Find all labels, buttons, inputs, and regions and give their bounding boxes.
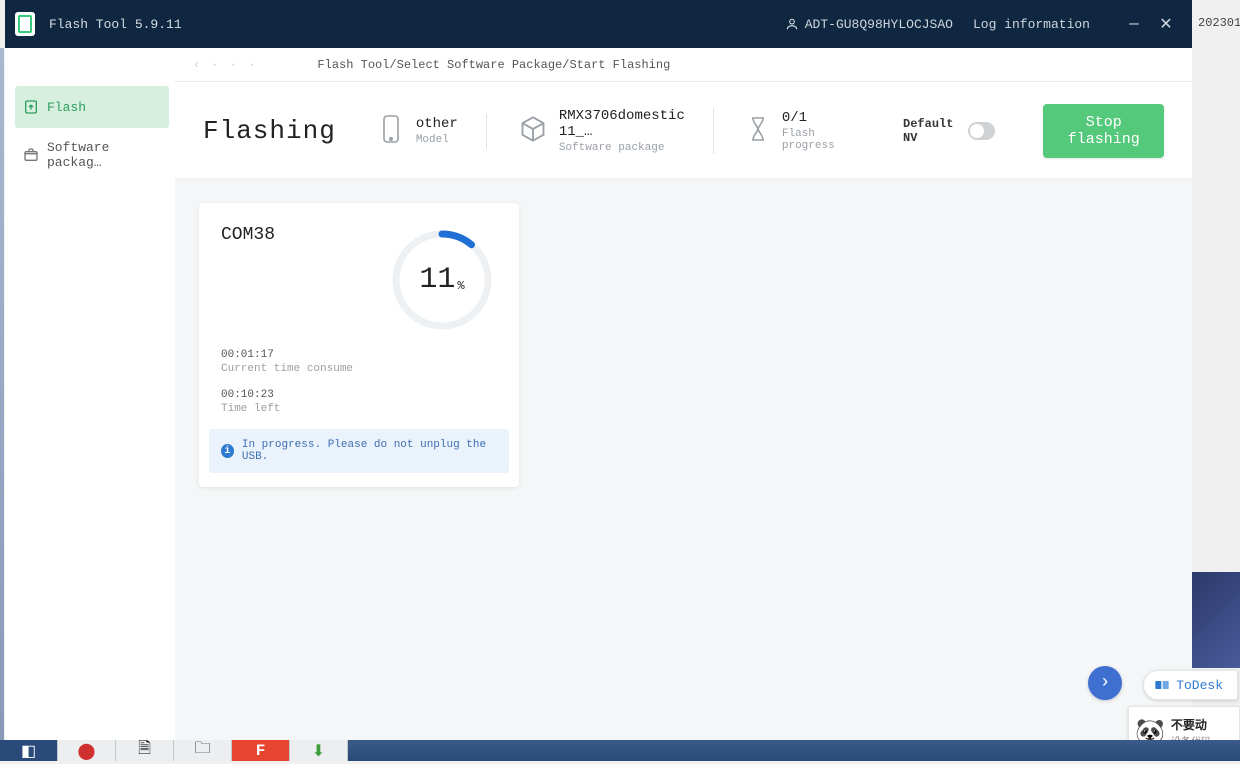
model-value: other <box>416 116 458 132</box>
expand-panel-button[interactable]: › <box>1088 666 1122 700</box>
taskbar-start-icon[interactable]: ◧ <box>0 740 58 761</box>
remaining-time: 00:10:23 <box>221 389 497 401</box>
taskbar-app-red-icon[interactable]: F <box>232 740 290 761</box>
default-nv-toggle-group: Default NV <box>903 117 995 145</box>
sidebar-item-flash[interactable]: Flash <box>15 86 169 128</box>
progress-label: Flash progress <box>782 128 843 152</box>
app-title: Flash Tool 5.9.11 <box>49 17 182 32</box>
user-icon <box>785 17 799 31</box>
app-window: Flash Tool 5.9.11 ADT-GU8Q98HYLOCJSAO Lo… <box>5 0 1192 740</box>
user-badge[interactable]: ADT-GU8Q98HYLOCJSAO <box>785 17 953 32</box>
taskbar-record-icon[interactable]: ⬤ <box>58 740 116 761</box>
progress-notice: i In progress. Please do not unplug the … <box>209 429 509 473</box>
user-id: ADT-GU8Q98HYLOCJSAO <box>805 17 953 32</box>
progress-ring: 11 % <box>387 225 497 335</box>
progress-percent: 11 <box>419 263 455 297</box>
app-logo-icon <box>15 12 35 36</box>
corner-date-text: 20230117 <box>1198 16 1240 30</box>
todesk-widget[interactable]: ToDesk <box>1143 670 1238 700</box>
time-info: 00:01:17 Current time consume 00:10:23 T… <box>199 349 519 415</box>
sidebar-software-label: Software packag… <box>47 140 161 170</box>
workspace: COM38 11 % <box>175 179 1192 740</box>
elapsed-label: Current time consume <box>221 363 497 375</box>
stop-flashing-button[interactable]: Stop flashing <box>1043 104 1164 158</box>
model-info: other Model <box>378 114 487 149</box>
todesk-label: ToDesk <box>1176 678 1223 693</box>
cube-icon <box>519 115 547 148</box>
progress-info: 0/1 Flash progress <box>746 110 871 152</box>
sidebar-flash-label: Flash <box>47 100 86 115</box>
info-icon: i <box>221 444 234 458</box>
todesk-icon <box>1154 677 1170 693</box>
page-title: Flashing <box>203 116 336 146</box>
com-port-name: COM38 <box>221 225 275 245</box>
model-label: Model <box>416 134 458 146</box>
nv-label: Default NV <box>903 117 960 145</box>
taskbar[interactable]: ◧ ⬤ 🗎 🗀 F ⬇ <box>0 740 1240 761</box>
header-strip: Flashing other Model RMX3706dome <box>175 82 1192 179</box>
minimize-button[interactable]: — <box>1118 15 1150 33</box>
desktop-left-edge <box>0 48 4 740</box>
taskbar-download-icon[interactable]: ⬇ <box>290 740 348 761</box>
taskbar-folder-icon[interactable]: 🗀 <box>174 740 232 761</box>
main-area: ‹ · · · Flash Tool/Select Software Packa… <box>175 48 1192 740</box>
progress-percent-unit: % <box>457 279 464 293</box>
package-icon <box>23 147 39 163</box>
package-value: RMX3706domestic 11_… <box>559 108 685 140</box>
breadcrumb-bar: ‹ · · · Flash Tool/Select Software Packa… <box>175 48 1192 82</box>
breadcrumb-path: Flash Tool/Select Software Package/Start… <box>317 58 670 72</box>
sidebar: Flash Software packag… <box>5 48 175 740</box>
close-button[interactable]: ✕ <box>1150 14 1182 34</box>
elapsed-time: 00:01:17 <box>221 349 497 361</box>
phone-icon <box>378 114 404 149</box>
sidebar-item-software-package[interactable]: Software packag… <box>15 134 169 176</box>
nv-toggle[interactable] <box>968 122 995 140</box>
notif-line1: 不要动 <box>1171 716 1211 733</box>
notice-text: In progress. Please do not unplug the US… <box>242 439 497 463</box>
breadcrumb-back-icon[interactable]: ‹ · · · <box>193 58 257 72</box>
package-label: Software package <box>559 142 685 154</box>
package-info: RMX3706domestic 11_… Software package <box>519 108 714 154</box>
titlebar: Flash Tool 5.9.11 ADT-GU8Q98HYLOCJSAO Lo… <box>5 0 1192 48</box>
com-port-card: COM38 11 % <box>199 203 519 487</box>
progress-value: 0/1 <box>782 110 843 126</box>
hourglass-icon <box>746 115 770 148</box>
upload-icon <box>23 99 39 115</box>
desktop-thumbnail <box>1192 572 1240 668</box>
log-information-link[interactable]: Log information <box>973 17 1090 32</box>
taskbar-file-icon[interactable]: 🗎 <box>116 740 174 761</box>
remaining-label: Time left <box>221 403 497 415</box>
